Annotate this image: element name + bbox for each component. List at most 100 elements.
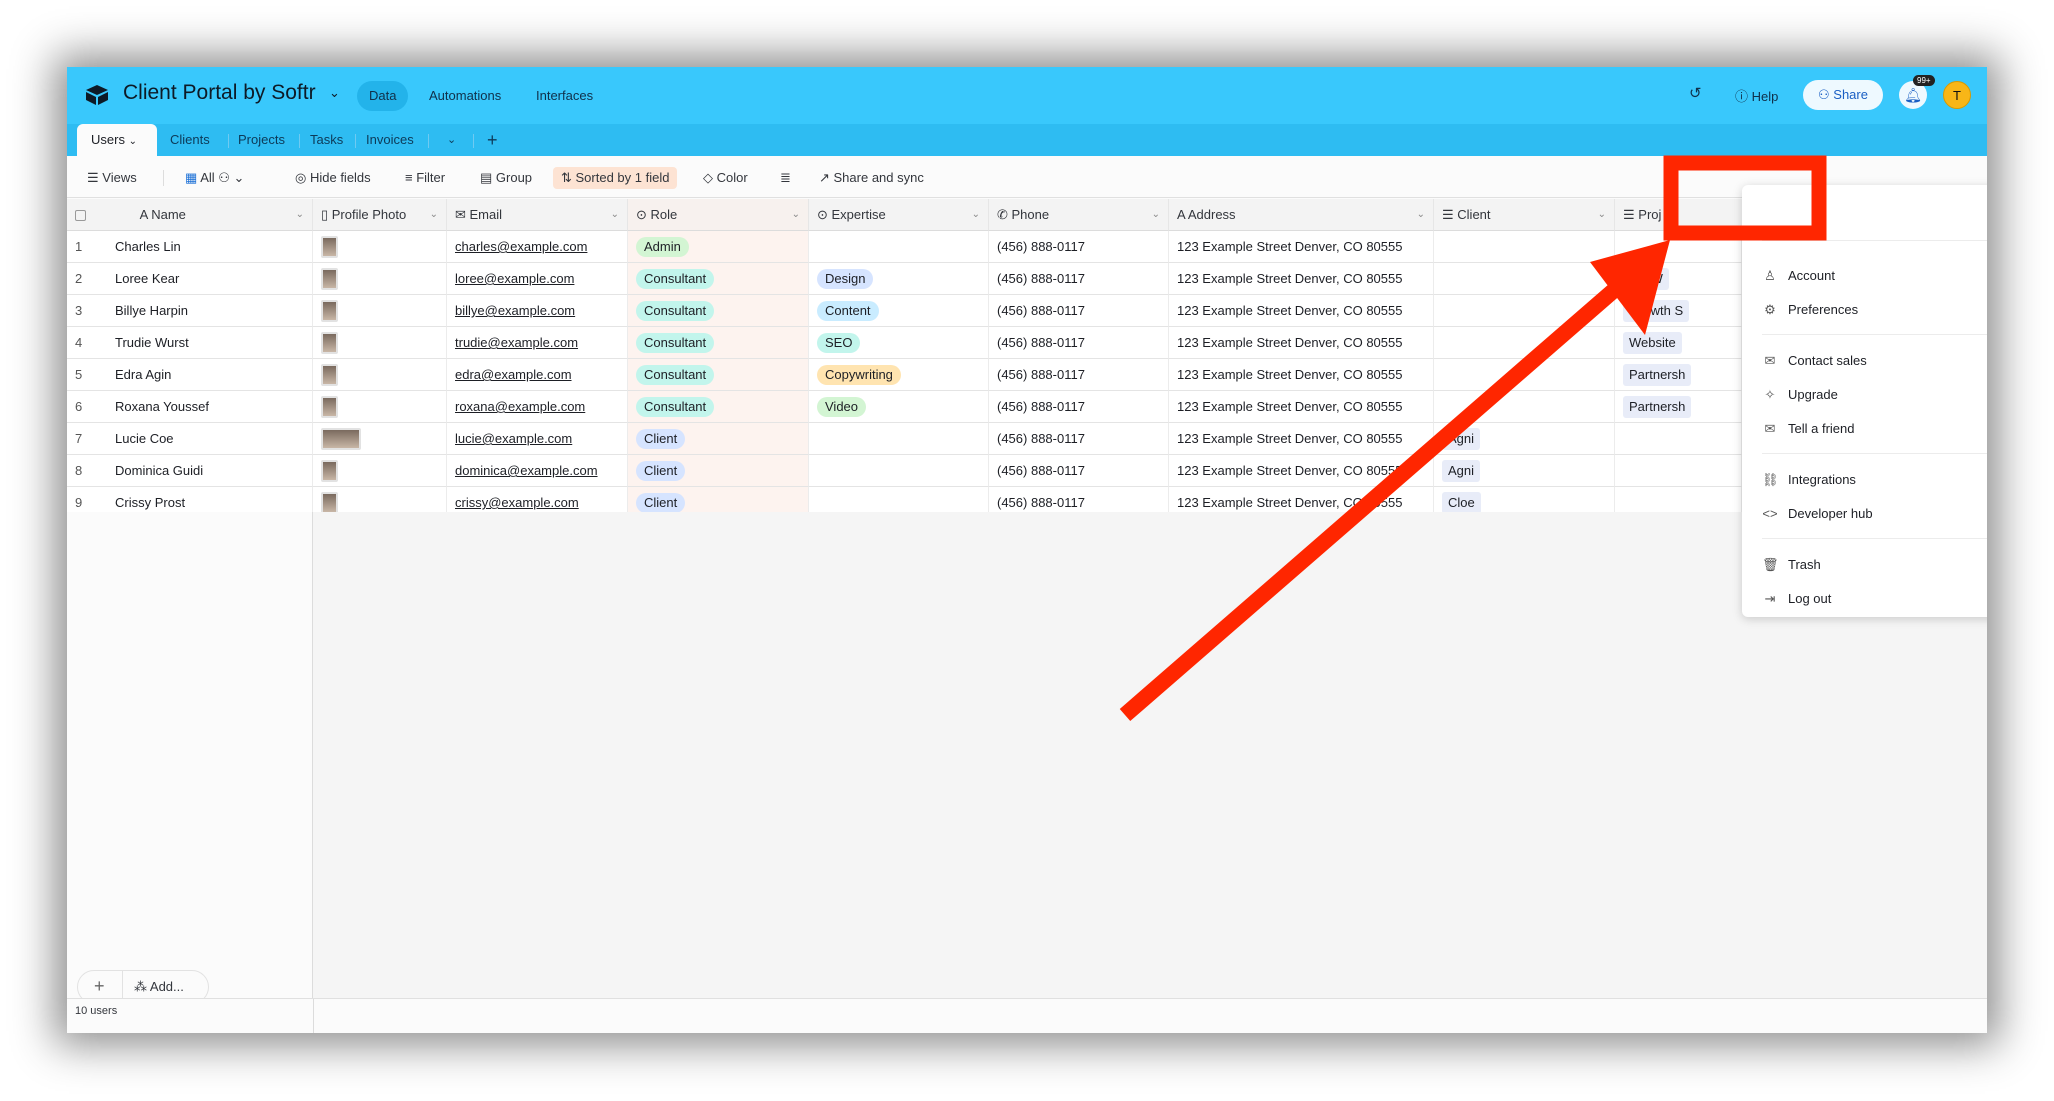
menu-item-tell-a-friend[interactable]: ✉ Tell a friend xyxy=(1762,417,1855,441)
add-table-icon[interactable]: + xyxy=(487,124,498,156)
cell-n[interactable]: 4 xyxy=(67,327,107,359)
profile-photo-thumbnail[interactable] xyxy=(321,364,338,386)
more-tabs-icon[interactable]: ⌄ xyxy=(447,124,456,156)
email-link[interactable]: edra@example.com xyxy=(455,367,572,382)
menu-item-account[interactable]: ♙ Account xyxy=(1762,264,1835,288)
chevron-down-icon[interactable]: ⌄ xyxy=(972,199,980,230)
column-header-address[interactable]: A Address ⌄ xyxy=(1169,199,1434,231)
cell-n[interactable]: 1 xyxy=(67,231,107,263)
table-row[interactable]: 4 Trudie Wurst trudie@example.com Consultan… xyxy=(67,327,1987,359)
menu-item-integrations[interactable]: ⛓ Integrations xyxy=(1762,468,1856,492)
cell-expertise[interactable]: Video xyxy=(809,391,989,423)
chevron-down-icon[interactable]: ⌄ xyxy=(1152,199,1160,230)
cell-name[interactable]: Roxana Youssef xyxy=(107,391,313,423)
client-link[interactable]: Agni xyxy=(1442,460,1481,482)
cell-photo[interactable] xyxy=(313,327,447,359)
cell-name[interactable]: Lucie Coe xyxy=(107,423,313,455)
cell-name[interactable]: Billye Harpin xyxy=(107,295,313,327)
nav-interfaces[interactable]: Interfaces xyxy=(524,81,605,111)
cell-n[interactable]: 3 xyxy=(67,295,107,327)
cell-phone[interactable]: (456) 888-0117 xyxy=(989,295,1169,327)
profile-photo-thumbnail[interactable] xyxy=(321,460,338,482)
column-header-phone[interactable]: ✆ Phone ⌄ xyxy=(989,199,1169,231)
cell-client[interactable] xyxy=(1434,391,1615,423)
cell-email[interactable]: charles@example.com xyxy=(447,231,628,263)
cell-phone[interactable]: (456) 888-0117 xyxy=(989,327,1169,359)
cell-photo[interactable] xyxy=(313,263,447,295)
cell-role[interactable]: Client xyxy=(628,423,809,455)
email-link[interactable]: loree@example.com xyxy=(455,271,574,286)
table-row[interactable]: 8 Dominica Guidi dominica@example.com Clien… xyxy=(67,455,1987,487)
cell-n[interactable]: 2 xyxy=(67,263,107,295)
cell-email[interactable]: edra@example.com xyxy=(447,359,628,391)
cell-role[interactable]: Consultant xyxy=(628,359,809,391)
project-link[interactable]: Growth S xyxy=(1623,300,1690,322)
ai-add-button[interactable]: ⁂ Add... xyxy=(134,979,184,995)
tab-projects[interactable]: Projects xyxy=(238,124,285,156)
menu-item-preferences[interactable]: ⚙Preferences› xyxy=(1762,298,1987,322)
cell-expertise[interactable]: Content xyxy=(809,295,989,327)
cell-phone[interactable]: (456) 888-0117 xyxy=(989,359,1169,391)
sort-button[interactable]: ⇅ Sorted by 1 field xyxy=(553,167,678,189)
cell-email[interactable]: dominica@example.com xyxy=(447,455,628,487)
cell-email[interactable]: trudie@example.com xyxy=(447,327,628,359)
project-link[interactable]: Website xyxy=(1623,332,1682,354)
cell-phone[interactable]: (456) 888-0117 xyxy=(989,263,1169,295)
add-icon[interactable]: + xyxy=(94,976,105,997)
cell-expertise[interactable] xyxy=(809,423,989,455)
table-row[interactable]: 5 Edra Agin edra@example.com Consultant Copy… xyxy=(67,359,1987,391)
menu-item-developer-hub[interactable]: <> Developer hub xyxy=(1762,502,1872,526)
cell-address[interactable]: 123 Example Street Denver, CO 80555 xyxy=(1169,391,1434,423)
email-link[interactable]: roxana@example.com xyxy=(455,399,585,414)
cell-email[interactable]: roxana@example.com xyxy=(447,391,628,423)
tab-users[interactable]: Users ⌄ xyxy=(77,124,157,156)
cell-client[interactable]: Agni xyxy=(1434,455,1615,487)
cell-phone[interactable]: (456) 888-0117 xyxy=(989,423,1169,455)
user-avatar[interactable]: T xyxy=(1943,81,1971,109)
cell-n[interactable]: 5 xyxy=(67,359,107,391)
cell-name[interactable]: Dominica Guidi xyxy=(107,455,313,487)
menu-item-upgrade[interactable]: ✧ Upgrade xyxy=(1762,383,1838,407)
email-link[interactable]: trudie@example.com xyxy=(455,335,578,350)
email-link[interactable]: charles@example.com xyxy=(455,239,587,254)
share-button[interactable]: ⚇ Share xyxy=(1803,80,1883,110)
select-all-checkbox[interactable] xyxy=(75,210,86,222)
menu-item-trash[interactable]: 🗑︎ Trash xyxy=(1762,553,1821,577)
cell-expertise[interactable] xyxy=(809,231,989,263)
cell-address[interactable]: 123 Example Street Denver, CO 80555 xyxy=(1169,295,1434,327)
table-row[interactable]: 1 Charles Lin charles@example.com Admin (456… xyxy=(67,231,1987,263)
cell-photo[interactable] xyxy=(313,359,447,391)
column-header-expertise[interactable]: ⊙ Expertise ⌄ xyxy=(809,199,989,231)
table-row[interactable]: 6 Roxana Youssef roxana@example.com Consult… xyxy=(67,391,1987,423)
cell-address[interactable]: 123 Example Street Denver, CO 80555 xyxy=(1169,423,1434,455)
cell-expertise[interactable]: Design xyxy=(809,263,989,295)
tab-tasks[interactable]: Tasks xyxy=(310,124,343,156)
cell-expertise[interactable]: SEO xyxy=(809,327,989,359)
cell-name[interactable]: Loree Kear xyxy=(107,263,313,295)
cell-photo[interactable] xyxy=(313,295,447,327)
cell-phone[interactable]: (456) 888-0117 xyxy=(989,231,1169,263)
cell-name[interactable]: Trudie Wurst xyxy=(107,327,313,359)
email-link[interactable]: dominica@example.com xyxy=(455,463,598,478)
table-row[interactable]: 3 Billye Harpin billye@example.com Consulta… xyxy=(67,295,1987,327)
email-link[interactable]: crissy@example.com xyxy=(455,495,579,510)
project-link[interactable]: Partnersh xyxy=(1623,396,1692,418)
profile-photo-thumbnail[interactable] xyxy=(321,428,361,450)
cell-client[interactable]: Agni xyxy=(1434,423,1615,455)
client-link[interactable]: Agni xyxy=(1442,428,1481,450)
history-icon[interactable]: ↺ xyxy=(1689,84,1702,102)
cell-role[interactable]: Consultant xyxy=(628,295,809,327)
cell-role[interactable]: Admin xyxy=(628,231,809,263)
cell-phone[interactable]: (456) 888-0117 xyxy=(989,455,1169,487)
cell-project[interactable] xyxy=(1615,423,1742,455)
project-link[interactable]: Partnersh xyxy=(1623,364,1692,386)
chevron-down-icon[interactable]: ⌄ xyxy=(296,199,304,230)
cell-photo[interactable] xyxy=(313,455,447,487)
row-height-button[interactable]: ≣ xyxy=(780,167,791,189)
project-link[interactable]: ent W xyxy=(1623,268,1669,290)
hide-fields-button[interactable]: ◎ Hide fields xyxy=(295,167,371,189)
profile-photo-thumbnail[interactable] xyxy=(321,332,338,354)
cell-address[interactable]: 123 Example Street Denver, CO 80555 xyxy=(1169,263,1434,295)
chevron-down-icon[interactable]: ⌄ xyxy=(329,85,340,101)
filter-button[interactable]: ≡ Filter xyxy=(405,167,445,189)
